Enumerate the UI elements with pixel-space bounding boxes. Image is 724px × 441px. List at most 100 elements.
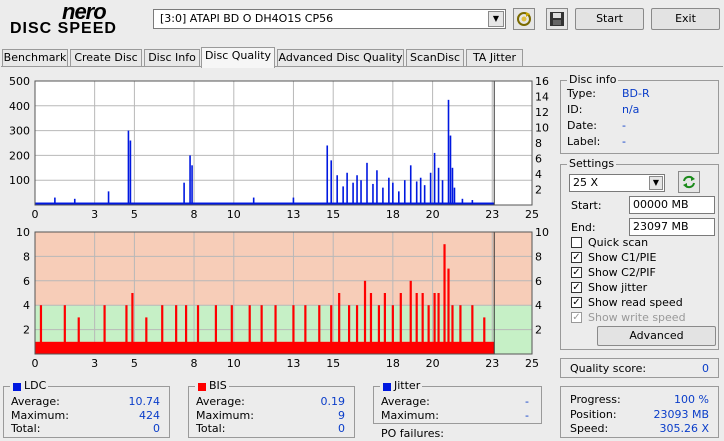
y-right-tick-label: 12	[535, 106, 549, 119]
tab-advanced-disc-quality[interactable]: Advanced Disc Quality	[277, 49, 404, 67]
data-spike	[292, 197, 295, 205]
bis-legend-swatch	[198, 383, 206, 391]
advanced-button[interactable]: Advanced	[597, 326, 716, 346]
speed-select[interactable]: 25 X ▼	[569, 174, 665, 192]
checkbox-show-read-speed[interactable]: ✓	[571, 297, 582, 308]
tab-disc-quality[interactable]: Disc Quality	[201, 47, 275, 68]
x-tick-label: 3	[91, 208, 98, 221]
data-spike	[346, 172, 348, 205]
checkbox-label: Show C2/PIF	[588, 266, 656, 279]
ldc-chart: 0 3 5 8 10 13 15 18 20 23 25 100 200 300 400 500 2 4 6 8 10 1…	[9, 75, 549, 221]
data-spike	[77, 317, 80, 354]
data-spike	[326, 145, 329, 205]
y-right-tick-label: 8	[535, 250, 542, 263]
refresh-speed-button[interactable]	[678, 171, 700, 193]
y-right-tick-label: 10	[535, 226, 549, 239]
data-spike	[129, 140, 132, 205]
x-tick-label: 25	[525, 208, 539, 221]
data-spike	[437, 293, 440, 354]
ldc-average-value: 10.74	[128, 395, 161, 408]
bis-maximum-value: 9	[338, 409, 345, 422]
settings-group: Settings 25 X ▼ Start: 00000 MB End: 230…	[560, 157, 719, 350]
data-spike	[369, 293, 373, 354]
bis-total-label: Total:	[196, 422, 226, 435]
data-spike	[352, 182, 354, 205]
data-spike	[248, 305, 251, 354]
checkbox-quick-scan[interactable]	[571, 237, 582, 248]
data-spike	[330, 160, 333, 205]
position-label: Position:	[570, 408, 617, 421]
data-spike	[415, 181, 418, 205]
data-spike	[419, 177, 422, 205]
save-button[interactable]	[546, 8, 568, 30]
data-spike	[348, 305, 351, 354]
speed-value: 305.26 X	[659, 422, 709, 435]
warning-zone	[35, 232, 532, 306]
tab-ta-jitter[interactable]: TA Jitter	[466, 49, 523, 67]
data-spike	[360, 180, 362, 205]
data-spike	[423, 185, 426, 205]
data-spike	[383, 293, 386, 354]
chevron-down-icon[interactable]: ▼	[649, 176, 663, 190]
data-spike	[189, 155, 191, 205]
end-input[interactable]: 23097 MB	[629, 218, 715, 236]
x-tick-label: 20	[426, 357, 440, 370]
checkbox-label: Show write speed	[588, 311, 686, 324]
drive-select[interactable]: [3:0] ATAPI BD O DH4O1S CP56 ▼	[153, 9, 506, 29]
x-tick-label: 8	[191, 208, 198, 221]
data-spike	[336, 175, 338, 205]
y-left-tick-label: 6	[23, 275, 30, 288]
id-label: ID:	[567, 103, 583, 116]
x-tick-label: 25	[525, 357, 539, 370]
data-spike	[471, 305, 474, 354]
disc-info-title: Disc info	[567, 73, 619, 86]
speed-select-value: 25 X	[573, 176, 599, 189]
data-spike	[443, 244, 446, 354]
x-tick-label: 23	[485, 357, 499, 370]
data-spike	[131, 293, 134, 354]
tab-scandisc[interactable]: ScanDisc	[406, 49, 464, 67]
data-spike	[429, 172, 432, 205]
checkbox-show-jitter[interactable]: ✓	[571, 282, 582, 293]
data-spike	[252, 197, 255, 205]
data-spike	[427, 305, 430, 354]
start-label: Start:	[571, 199, 602, 212]
data-spike	[363, 280, 367, 354]
start-button[interactable]: Start	[575, 8, 644, 30]
chevron-down-icon[interactable]: ▼	[488, 11, 504, 27]
data-spike	[388, 177, 390, 205]
ldc-maximum-label: Maximum:	[11, 409, 69, 422]
progress-value: 100 %	[674, 393, 709, 406]
data-spike	[175, 305, 178, 354]
y-right-tick-label: 16	[535, 75, 549, 88]
date-value: -	[622, 119, 626, 132]
y-left-tick-label: 100	[9, 174, 30, 187]
data-spike	[191, 165, 193, 205]
refresh-drive-button[interactable]	[513, 8, 535, 30]
tab-benchmark[interactable]: Benchmark	[2, 49, 68, 67]
y-right-tick-label: 8	[535, 137, 542, 150]
data-spike	[437, 167, 440, 205]
refresh-icon	[683, 175, 695, 189]
save-icon	[550, 12, 564, 26]
y-right-tick-label: 6	[535, 275, 542, 288]
data-spike	[63, 305, 66, 354]
start-input[interactable]: 00000 MB	[629, 196, 715, 214]
exit-button[interactable]: Exit	[651, 8, 720, 30]
tab-disc-info[interactable]: Disc Info	[144, 49, 200, 67]
refresh-icon	[517, 12, 531, 26]
checkbox-show-c2-pif[interactable]: ✓	[571, 267, 582, 278]
data-spike	[459, 305, 462, 354]
checkbox-show-write-speed[interactable]: ✓	[571, 312, 582, 323]
checkbox-show-c1-pie[interactable]: ✓	[571, 252, 582, 263]
bis-average-value: 0.19	[320, 395, 346, 408]
tab-create-disc[interactable]: Create Disc	[70, 49, 142, 67]
data-spike	[377, 305, 381, 354]
data-spike	[441, 180, 444, 205]
checkbox-label: Show C1/PIE	[588, 251, 657, 264]
data-spike	[356, 175, 358, 205]
data-spike	[447, 268, 450, 354]
label-value: -	[622, 135, 626, 148]
type-label: Type:	[567, 87, 596, 100]
x-tick-label: 13	[286, 357, 300, 370]
